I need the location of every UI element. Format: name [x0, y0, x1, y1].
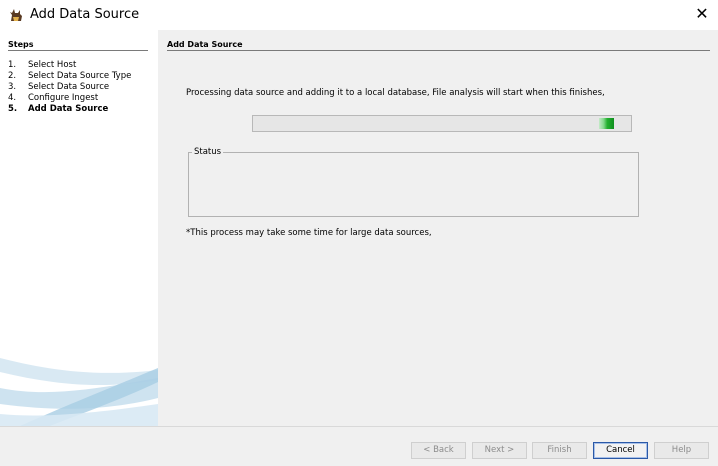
process-note: *This process may take some time for lar… — [186, 228, 432, 238]
step-item: 2. Select Data Source Type — [8, 71, 131, 82]
title-bar: Add Data Source ✕ — [0, 0, 718, 30]
close-icon[interactable]: ✕ — [694, 5, 710, 23]
step-item: 5. Add Data Source — [8, 104, 131, 115]
next-button[interactable]: Next > — [472, 442, 527, 459]
step-number: 2. — [8, 71, 17, 81]
step-label: Configure Ingest — [28, 93, 99, 103]
step-item: 3. Select Data Source — [8, 82, 131, 93]
step-label: Select Data Source Type — [28, 71, 132, 81]
steps-divider — [8, 50, 148, 51]
status-label: Status — [192, 147, 224, 157]
step-label: Add Data Source — [28, 104, 109, 114]
step-item: 1. Select Host — [8, 60, 131, 71]
button-bar: < Back Next > Finish Cancel Help — [0, 426, 718, 466]
steps-title: Steps — [8, 40, 34, 49]
steps-list: 1. Select Host 2. Select Data Source Type 3.… — [8, 60, 131, 115]
cancel-button[interactable]: Cancel — [593, 442, 648, 459]
window-title: Add Data Source — [30, 7, 140, 22]
finish-button[interactable]: Finish — [532, 442, 587, 459]
step-label: Select Host — [28, 60, 77, 70]
help-button[interactable]: Help — [654, 442, 709, 459]
step-number: 4. — [8, 93, 17, 103]
processing-message: Processing data source and adding it to … — [186, 88, 605, 98]
step-label: Select Data Source — [28, 82, 110, 92]
progress-bar — [252, 115, 632, 132]
step-number: 3. — [8, 82, 17, 92]
steps-panel: Steps 1. Select Host 2. Select Data Source … — [0, 30, 158, 426]
back-button[interactable]: < Back — [411, 442, 466, 459]
status-panel — [188, 152, 639, 217]
decorative-swoosh-graphic — [0, 358, 158, 426]
dialog-body: Steps 1. Select Host 2. Select Data Source … — [0, 30, 718, 426]
step-number: 1. — [8, 60, 17, 70]
progress-indicator — [599, 118, 614, 129]
page-title: Add Data Source — [167, 40, 243, 49]
page-title-divider — [167, 50, 710, 51]
autopsy-dog-icon — [10, 9, 22, 21]
step-number: 5. — [8, 104, 18, 114]
step-item: 4. Configure Ingest — [8, 93, 131, 104]
